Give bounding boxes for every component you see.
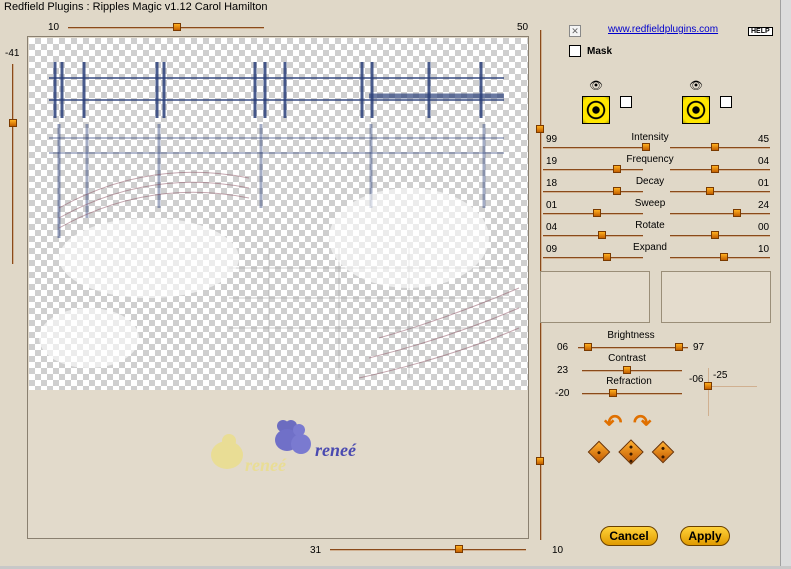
- param-right-track[interactable]: [670, 169, 770, 171]
- param-left-value: 04: [546, 222, 558, 233]
- light-pos-y: -25: [713, 370, 728, 381]
- ripple-color-swatch-right[interactable]: [682, 96, 710, 124]
- param-right-thumb[interactable]: [711, 165, 719, 173]
- preset-box-left[interactable]: [540, 271, 650, 323]
- bottom-slider-value-right: 10: [552, 545, 564, 556]
- brightness-right-value: 97: [693, 342, 705, 353]
- brightness-thumb-left[interactable]: [584, 343, 592, 351]
- param-left-value: 09: [546, 244, 558, 255]
- mask-checkbox[interactable]: [569, 45, 581, 57]
- param-right-thumb[interactable]: [711, 143, 719, 151]
- contrast-thumb[interactable]: [623, 366, 631, 374]
- param-left-value: 99: [546, 134, 558, 145]
- param-right-track[interactable]: [670, 147, 770, 149]
- param-left-track[interactable]: [543, 147, 643, 149]
- window-title: Redfield Plugins : Ripples Magic v1.12 C…: [0, 0, 791, 16]
- swatch-left-checkbox[interactable]: [620, 96, 632, 108]
- brightness-track[interactable]: [578, 347, 688, 349]
- param-left-track[interactable]: [543, 257, 643, 259]
- mask-label: Mask: [587, 46, 613, 57]
- param-label-decay: Decay: [635, 176, 665, 187]
- window-right-edge: [780, 0, 791, 569]
- param-left-thumb[interactable]: [642, 143, 650, 151]
- eye-icon-right[interactable]: 👁: [689, 79, 703, 92]
- param-label-expand: Expand: [633, 242, 667, 253]
- watermark-text-ghost: reneé: [245, 455, 287, 475]
- brightness-label: Brightness: [607, 330, 655, 341]
- param-right-track[interactable]: [670, 213, 770, 215]
- light-pad-v[interactable]: [708, 368, 709, 416]
- refraction-label: Refraction: [606, 376, 652, 387]
- website-link[interactable]: www.redfieldplugins.com: [608, 24, 718, 35]
- param-label-sweep: Sweep: [634, 198, 666, 209]
- left-slider-value: -41: [5, 48, 20, 59]
- brightness-thumb-right[interactable]: [675, 343, 683, 351]
- param-right-value: 10: [758, 244, 770, 255]
- param-label-intensity: Intensity: [631, 132, 669, 143]
- param-left-track[interactable]: [543, 235, 643, 237]
- cancel-button[interactable]: Cancel: [600, 526, 658, 546]
- top-slider-max: 50: [517, 22, 529, 33]
- light-pad-h[interactable]: [705, 386, 757, 387]
- param-right-track[interactable]: [670, 235, 770, 237]
- top-slider-track[interactable]: [68, 27, 264, 29]
- preset-box-right[interactable]: [661, 271, 771, 323]
- param-left-value: 01: [546, 200, 558, 211]
- param-left-thumb[interactable]: [613, 187, 621, 195]
- param-right-thumb[interactable]: [706, 187, 714, 195]
- light-pad-thumb[interactable]: [704, 382, 712, 390]
- help-button[interactable]: HELP: [748, 27, 773, 36]
- param-left-thumb[interactable]: [603, 253, 611, 261]
- eye-icon-left[interactable]: 👁: [589, 79, 603, 92]
- param-right-value: 04: [758, 156, 770, 167]
- param-right-value: 24: [758, 200, 770, 211]
- swatch-right-checkbox[interactable]: [720, 96, 732, 108]
- ripple-preview-image: reneé reneé: [39, 62, 520, 475]
- rotate-left-icon[interactable]: ↶: [604, 410, 622, 436]
- refraction-thumb[interactable]: [609, 389, 617, 397]
- top-slider-thumb[interactable]: [173, 23, 181, 31]
- light-pos-x: -06: [689, 374, 704, 385]
- ripple-color-swatch-left[interactable]: [582, 96, 610, 124]
- watermark-text: reneé: [315, 440, 357, 460]
- contrast-value: 23: [557, 365, 569, 376]
- param-left-thumb[interactable]: [598, 231, 606, 239]
- refraction-value: -20: [555, 388, 570, 399]
- preview-canvas[interactable]: reneé reneé: [27, 36, 529, 539]
- param-right-thumb[interactable]: [711, 231, 719, 239]
- param-label-rotate: Rotate: [635, 220, 665, 231]
- apply-button[interactable]: Apply: [680, 526, 730, 546]
- left-slider-track[interactable]: [12, 64, 14, 264]
- bottom-slider-thumb[interactable]: [455, 545, 463, 553]
- param-left-thumb[interactable]: [613, 165, 621, 173]
- param-left-track[interactable]: [543, 169, 643, 171]
- contrast-label: Contrast: [608, 353, 646, 364]
- contrast-track[interactable]: [582, 370, 682, 372]
- bottom-slider-track[interactable]: [330, 549, 526, 551]
- right-vertical-thumb-upper[interactable]: [536, 125, 544, 133]
- image-icon[interactable]: ✕: [569, 25, 581, 37]
- top-slider-min: 10: [48, 22, 60, 33]
- refraction-track[interactable]: [582, 393, 682, 395]
- param-right-value: 00: [758, 222, 770, 233]
- param-right-thumb[interactable]: [720, 253, 728, 261]
- param-left-value: 19: [546, 156, 558, 167]
- param-right-thumb[interactable]: [733, 209, 741, 217]
- param-right-value: 45: [758, 134, 770, 145]
- left-slider-thumb[interactable]: [9, 119, 17, 127]
- param-label-frequency: Frequency: [626, 154, 674, 165]
- param-left-thumb[interactable]: [593, 209, 601, 217]
- bottom-slider-value-left: 31: [310, 545, 322, 556]
- right-vertical-thumb-lower[interactable]: [536, 457, 544, 465]
- param-right-value: 01: [758, 178, 770, 189]
- param-left-value: 18: [546, 178, 558, 189]
- rotate-right-icon[interactable]: ↷: [633, 410, 651, 436]
- brightness-left-value: 06: [557, 342, 569, 353]
- param-left-track[interactable]: [543, 191, 643, 193]
- param-right-track[interactable]: [670, 191, 770, 193]
